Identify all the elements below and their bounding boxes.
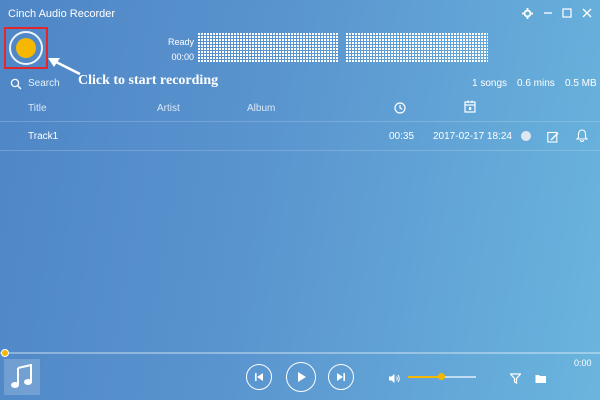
clock-icon [394,102,406,114]
volume-icon [389,374,400,383]
search-button[interactable] [10,77,22,95]
filter-button[interactable] [509,371,522,389]
track-date: 2017-02-17 18:24 [433,131,512,142]
column-title[interactable]: Title [28,103,47,114]
column-date[interactable] [464,100,476,118]
playback-progress[interactable] [0,352,600,354]
skip-forward-icon [337,373,345,381]
track-status-icon[interactable] [521,131,531,141]
play-icon [298,372,306,382]
total-size: 0.5 MB [565,78,597,89]
track-title: Track1 [28,131,59,142]
volume-fill [408,376,442,378]
ringtone-button[interactable] [575,129,589,147]
edit-icon [547,131,559,143]
arrow-icon [48,58,81,76]
total-minutes: 0.6 mins [517,78,555,89]
next-button[interactable] [328,364,354,390]
progress-handle[interactable] [1,349,9,357]
level-meter-right [346,33,488,63]
minimize-icon [544,12,552,14]
calendar-icon [464,100,476,113]
record-icon [9,31,43,65]
track-duration: 00:35 [389,131,415,142]
edit-track-button[interactable] [547,130,559,148]
settings-button[interactable] [520,6,534,20]
row-divider [0,150,600,151]
close-button[interactable] [580,6,594,20]
folder-icon [535,375,546,383]
search-input[interactable]: Search [28,78,60,89]
column-artist[interactable]: Artist [157,103,180,114]
record-button[interactable] [4,27,48,69]
maximize-icon [562,8,572,18]
gear-icon [521,7,533,19]
close-icon [582,8,592,18]
open-folder-button[interactable] [535,371,547,389]
column-duration[interactable] [394,101,406,119]
maximize-button[interactable] [560,6,574,20]
previous-button[interactable] [246,364,272,390]
recorder-time: 00:00 [171,52,194,62]
filter-icon [509,373,522,384]
app-title: Cinch Audio Recorder [8,8,116,20]
volume-handle[interactable] [438,373,445,380]
elapsed-time: 0:00 [574,358,592,368]
album-art[interactable] [4,359,40,395]
mute-button[interactable] [388,371,401,389]
bell-icon [575,129,589,142]
minimize-button[interactable] [541,6,555,20]
skip-back-icon [255,373,263,381]
level-meter-left [198,33,338,63]
song-count: 1 songs [472,78,508,89]
play-button[interactable] [286,362,316,392]
record-hint: Click to start recording [78,73,219,88]
column-album[interactable]: Album [247,103,275,114]
recorder-status: Ready [167,37,194,47]
music-note-icon [11,364,32,388]
search-icon [10,78,22,90]
